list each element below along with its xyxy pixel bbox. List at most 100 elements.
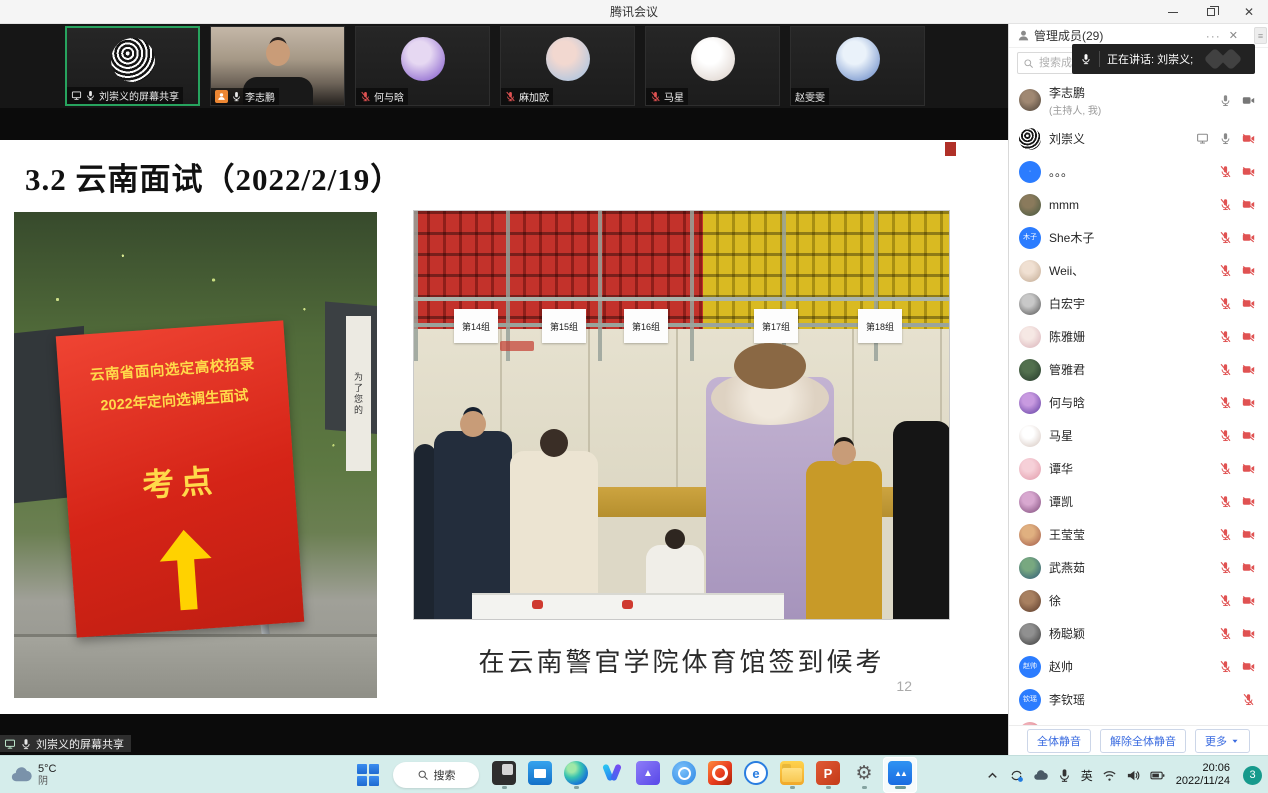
taskbar-app-settings[interactable]: ⚙ [847,757,881,793]
mic-muted-icon[interactable] [1219,627,1232,640]
panel-close-button[interactable]: ✕ [1229,29,1238,42]
mic-muted-icon[interactable] [1219,264,1232,277]
camera-off-icon[interactable] [1242,165,1255,178]
panel-more-button[interactable]: ··· [1206,29,1221,43]
member-row[interactable]: mmm [1009,188,1268,221]
taskbar-app-purple-a-app[interactable]: ▲ [631,757,665,793]
start-button[interactable] [356,763,380,787]
mic-muted-icon[interactable] [1219,396,1232,409]
camera-off-icon[interactable] [1242,132,1255,145]
mic-muted-icon[interactable] [1219,429,1232,442]
taskbar-app-blue-circle-app[interactable] [667,757,701,793]
mic-muted-icon[interactable] [1219,495,1232,508]
mic-icon[interactable] [1219,94,1232,107]
taskbar-app-e-app[interactable]: e [739,757,773,793]
weather-widget[interactable]: 5°C 阴 [10,756,56,793]
taskbar-app-microsoft-store[interactable] [523,757,557,793]
member-row[interactable]: 何与晗 [1009,386,1268,419]
member-row[interactable]: 木子She木子 [1009,221,1268,254]
camera-off-icon[interactable] [1242,363,1255,376]
clock[interactable]: 20:06 2022/11/24 [1176,762,1230,788]
wifi-icon[interactable] [1102,768,1117,783]
member-row[interactable]: 赵帅赵帅 [1009,650,1268,683]
taskbar-app-file-explorer[interactable] [775,757,809,793]
member-row[interactable]: 钦瑶李钦瑶 [1009,683,1268,716]
video-tile[interactable]: 麻加欧 [500,26,635,106]
camera-off-icon[interactable] [1242,561,1255,574]
member-row[interactable]: 管雅君 [1009,353,1268,386]
camera-icon[interactable] [1242,94,1255,107]
camera-off-icon[interactable] [1242,297,1255,310]
mic-muted-icon[interactable] [1219,462,1232,475]
minimize-button[interactable] [1154,0,1192,24]
sync-icon[interactable] [1009,768,1024,783]
member-row[interactable]: 刘崇义 [1009,122,1268,155]
camera-off-icon[interactable] [1242,330,1255,343]
mute-all-button[interactable]: 全体静音 [1027,729,1091,753]
mic-muted-icon[interactable] [1219,330,1232,343]
member-row[interactable]: 王莹莹 [1009,518,1268,551]
panel-grip-handle[interactable]: ≡ [1254,27,1267,44]
member-name: 刘崇义 [1049,130,1196,147]
camera-off-icon[interactable] [1242,198,1255,211]
battery-icon[interactable] [1150,768,1165,783]
taskbar-app-powerpoint[interactable]: P [811,757,845,793]
close-button[interactable]: ✕ [1230,0,1268,24]
camera-off-icon[interactable] [1242,396,1255,409]
member-row[interactable]: 李志鹏(主持人, 我) [1009,78,1268,122]
taskbar-app-tencent-meeting[interactable]: ▲▲ [883,757,917,793]
taskbar-app-edge-browser[interactable] [559,757,593,793]
mic-icon[interactable] [1057,768,1072,783]
camera-off-icon[interactable] [1242,462,1255,475]
screen-share-icon[interactable] [1196,132,1209,145]
mic-icon[interactable] [1219,132,1232,145]
mic-muted-icon[interactable] [1219,528,1232,541]
member-search-row: 正在讲话: 刘崇义; [1009,48,1268,78]
mic-muted-icon[interactable] [1219,297,1232,310]
restore-button[interactable] [1192,0,1230,24]
camera-off-icon[interactable] [1242,429,1255,442]
cloud-icon[interactable] [1033,768,1048,783]
mic-muted-icon[interactable] [1219,594,1232,607]
member-row[interactable]: ·。。。 [1009,155,1268,188]
member-row[interactable]: 杨聪颖 [1009,617,1268,650]
mic-muted-icon[interactable] [1219,660,1232,673]
taskbar-search[interactable]: 搜索 [393,762,479,788]
video-tile[interactable]: 李志鹏 [210,26,345,106]
member-row[interactable]: 武燕茹 [1009,551,1268,584]
more-actions-button[interactable]: 更多 [1195,729,1250,753]
camera-off-icon[interactable] [1242,495,1255,508]
camera-off-icon[interactable] [1242,231,1255,244]
mic-muted-icon[interactable] [1219,198,1232,211]
member-row[interactable]: 麻加欧 [1009,716,1268,725]
mic-muted-icon[interactable] [1219,363,1232,376]
mic-muted-icon[interactable] [1219,561,1232,574]
member-row[interactable]: 谭凯 [1009,485,1268,518]
camera-off-icon[interactable] [1242,528,1255,541]
member-row[interactable]: 白宏宇 [1009,287,1268,320]
camera-off-icon[interactable] [1242,594,1255,607]
taskbar-app-v-video-app[interactable] [595,757,629,793]
video-tile[interactable]: 赵雯雯 [790,26,925,106]
video-tile[interactable]: 何与晗 [355,26,490,106]
volume-icon[interactable] [1126,768,1141,783]
camera-off-icon[interactable] [1242,264,1255,277]
member-row[interactable]: Weii、 [1009,254,1268,287]
camera-off-icon[interactable] [1242,627,1255,640]
taskbar-app-office[interactable] [703,757,737,793]
unmute-all-button[interactable]: 解除全体静音 [1100,729,1186,753]
member-row[interactable]: 陈雅姗 [1009,320,1268,353]
member-row[interactable]: 谭华 [1009,452,1268,485]
notification-badge[interactable]: 3 [1243,766,1262,785]
member-row[interactable]: 马星 [1009,419,1268,452]
mic-muted-icon[interactable] [1219,165,1232,178]
mic-muted-icon[interactable] [1242,693,1255,706]
ime-indicator[interactable]: 英 [1081,767,1093,784]
video-tile[interactable]: 刘崇义的屏幕共享 [65,26,200,106]
member-row[interactable]: 徐 [1009,584,1268,617]
taskbar-app-dark-app[interactable] [487,757,521,793]
video-tile[interactable]: 马星 [645,26,780,106]
camera-off-icon[interactable] [1242,660,1255,673]
mic-muted-icon[interactable] [1219,231,1232,244]
tray-overflow-chevron-icon[interactable] [985,768,1000,783]
